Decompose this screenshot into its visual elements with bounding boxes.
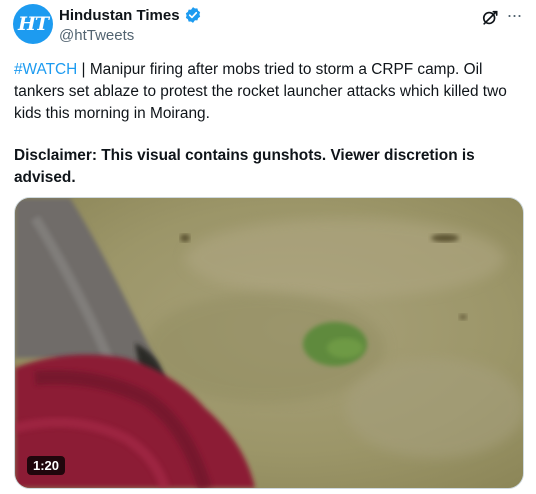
verified-badge-icon	[185, 7, 200, 23]
hashtag-link[interactable]: #WATCH	[14, 61, 77, 78]
avatar-logo-text: HT	[17, 13, 49, 35]
video-duration-badge: 1:20	[27, 456, 66, 475]
video-player[interactable]: 1:20	[14, 197, 524, 489]
tweet-text: #WATCH | Manipur firing after mobs tried…	[14, 59, 524, 125]
grok-icon[interactable]	[480, 8, 500, 28]
tweet: HT Hindustan Times @htTweets ··· #WATCH …	[0, 0, 536, 494]
author-name-row: Hindustan Times	[59, 6, 202, 24]
tweet-body: | Manipur firing after mobs tried to sto…	[14, 61, 507, 122]
more-options-icon[interactable]: ···	[505, 6, 523, 26]
author-handle[interactable]: @htTweets	[59, 27, 134, 44]
avatar[interactable]: HT	[13, 4, 53, 44]
video-frame	[15, 198, 523, 488]
display-name[interactable]: Hindustan Times	[59, 7, 180, 24]
tweet-disclaimer: Disclaimer: This visual contains gunshot…	[14, 147, 475, 186]
